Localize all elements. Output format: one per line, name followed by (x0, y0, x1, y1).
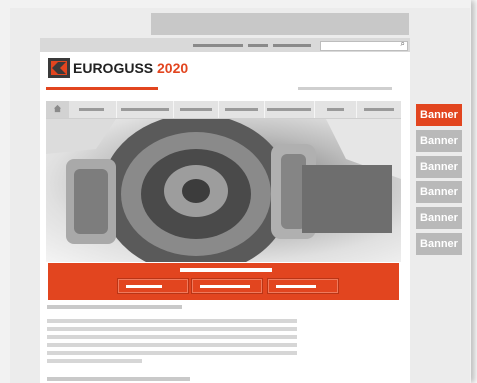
website-page: ⌕ EUROGUSS 2020 (40, 38, 410, 383)
cta-button-1[interactable] (117, 278, 189, 294)
brand-name: EUROGUSS (73, 60, 154, 76)
cta-button-label (126, 285, 162, 288)
text-line (47, 335, 297, 339)
banner-6[interactable]: Banner (416, 233, 462, 255)
home-icon (53, 104, 62, 113)
logo-mark-icon (48, 58, 70, 78)
banner-4[interactable]: Banner (416, 181, 462, 203)
nav-item-1[interactable] (79, 108, 104, 111)
cta-button-label (276, 285, 316, 288)
nav-divider (264, 101, 265, 118)
nav-item-7[interactable] (364, 108, 394, 111)
nav-item-5[interactable] (267, 108, 311, 111)
nav-home[interactable] (46, 101, 69, 118)
header-meta-line (298, 87, 392, 90)
text-line (47, 319, 297, 323)
utility-link-3[interactable] (273, 44, 311, 47)
cta-button-3[interactable] (267, 278, 339, 294)
overlay-placeholder-box (302, 165, 392, 233)
nav-divider (173, 101, 174, 118)
nav-item-4[interactable] (225, 108, 258, 111)
search-input[interactable]: ⌕ (320, 39, 408, 51)
nav-item-3[interactable] (180, 108, 212, 111)
text-line (47, 343, 297, 347)
nav-item-2[interactable] (121, 108, 169, 111)
search-icon[interactable]: ⌕ (401, 39, 405, 49)
text-line (47, 359, 142, 363)
section-heading (47, 305, 182, 309)
nav-divider (218, 101, 219, 118)
nav-divider (116, 101, 117, 118)
banner-1[interactable]: Banner (416, 104, 462, 126)
utility-bar: ⌕ (40, 38, 410, 52)
nav-item-6[interactable] (327, 108, 344, 111)
top-placeholder-bar (151, 13, 409, 35)
utility-link-2[interactable] (248, 44, 268, 47)
text-line (47, 351, 297, 355)
brand-year: 2020 (157, 60, 189, 76)
hero-image (46, 119, 401, 262)
main-navigation (46, 101, 401, 119)
banner-3[interactable]: Banner (416, 156, 462, 178)
cta-button-label (200, 285, 250, 288)
logo-underline (46, 87, 158, 90)
utility-link-1[interactable] (193, 44, 243, 47)
nav-divider (314, 101, 315, 118)
section-heading (47, 377, 190, 381)
cta-button-2[interactable] (191, 278, 263, 294)
cta-banner (48, 263, 399, 300)
brand-logo[interactable]: EUROGUSS 2020 (73, 60, 188, 76)
cta-title-line (180, 268, 272, 272)
text-line (47, 327, 297, 331)
banner-5[interactable]: Banner (416, 207, 462, 229)
nav-divider (356, 101, 357, 118)
banner-2[interactable]: Banner (416, 130, 462, 152)
